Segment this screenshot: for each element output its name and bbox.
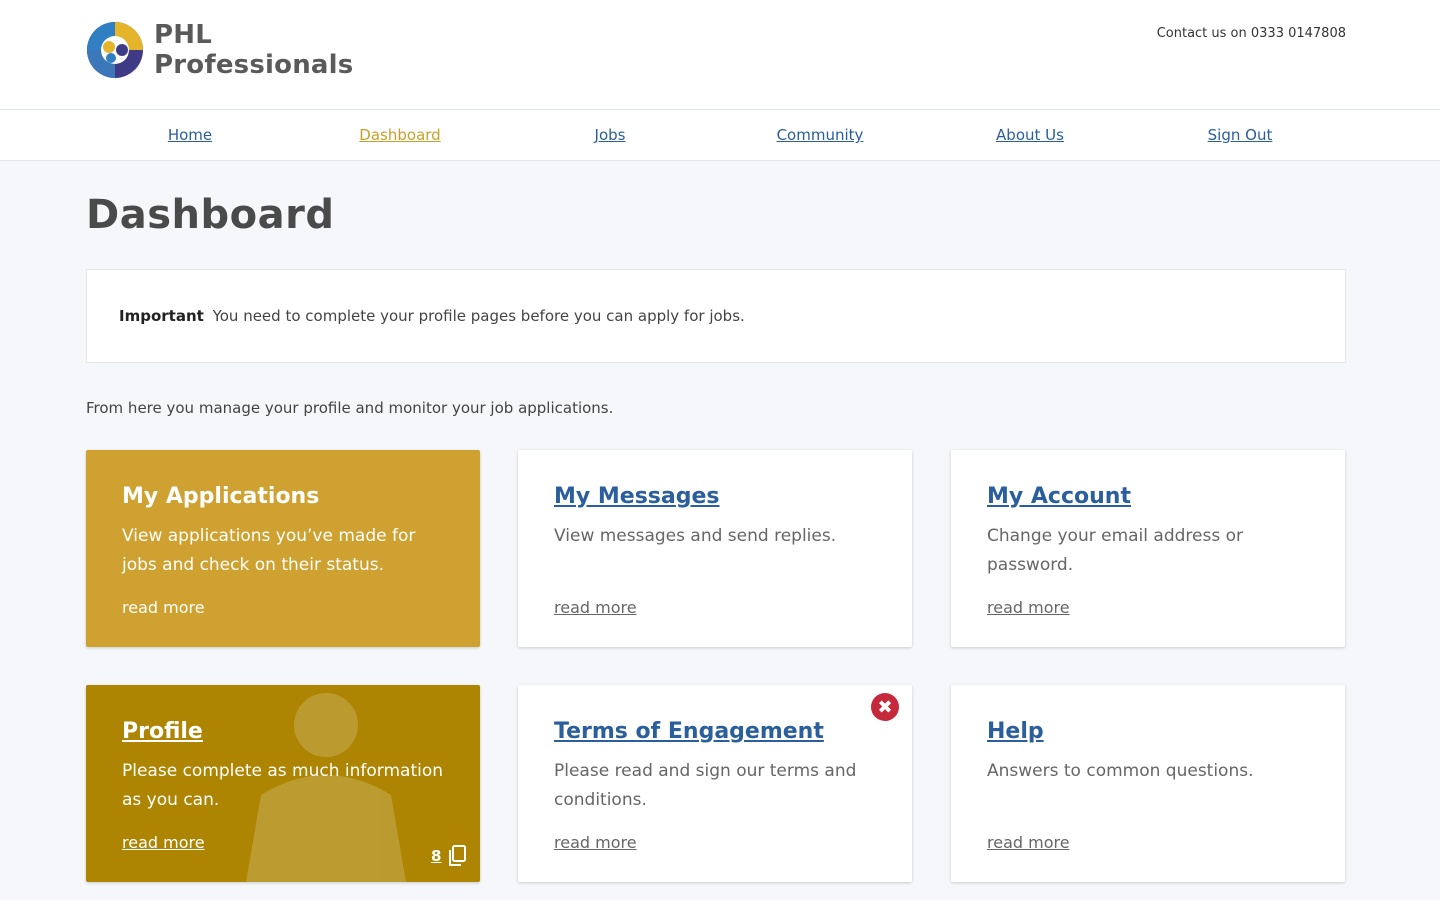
card-description: Please complete as much information as y…	[122, 761, 444, 810]
nav-dashboard[interactable]: Dashboard	[359, 126, 440, 144]
read-more-link[interactable]: read more	[122, 598, 205, 617]
card-my-account[interactable]: My Account Change your email address or …	[951, 450, 1345, 647]
card-my-applications[interactable]: My Applications View applications you’ve…	[86, 450, 480, 647]
close-circle-icon: ✖	[871, 693, 899, 721]
logo-text: PHL Professionals	[154, 20, 353, 80]
nav-community[interactable]: Community	[777, 126, 864, 144]
card-title[interactable]: Help	[987, 719, 1044, 744]
card-help[interactable]: Help Answers to common questions. read m…	[951, 685, 1345, 882]
read-more-link[interactable]: read more	[122, 833, 205, 852]
card-terms-of-engagement[interactable]: ✖ Terms of Engagement Please read and si…	[518, 685, 912, 882]
site-header: PHL Professionals Contact us on 0333 014…	[0, 0, 1440, 110]
logo[interactable]: PHL Professionals	[86, 18, 376, 82]
card-description: Answers to common questions.	[987, 761, 1254, 781]
card-description: Change your email address or password.	[987, 526, 1243, 575]
read-more-link[interactable]: read more	[987, 833, 1070, 852]
logo-line-2: Professionals	[154, 50, 354, 80]
card-title[interactable]: My Messages	[554, 484, 720, 509]
nav-home[interactable]: Home	[168, 126, 212, 144]
important-notice: Important You need to complete your prof…	[86, 269, 1346, 363]
notice-text: Important You need to complete your prof…	[119, 307, 745, 325]
contact-phone: Contact us on 0333 0147808	[1156, 26, 1346, 41]
notice-strong: Important	[119, 307, 204, 325]
read-more-link[interactable]: read more	[554, 833, 637, 852]
card-my-messages[interactable]: My Messages View messages and send repli…	[518, 450, 912, 647]
nav-jobs[interactable]: Jobs	[595, 126, 626, 144]
card-title[interactable]: My Applications	[122, 484, 319, 509]
logo-mark-icon	[87, 22, 143, 78]
nav-sign-out[interactable]: Sign Out	[1208, 126, 1273, 144]
main-nav: Home Dashboard Jobs Community About Us S…	[0, 110, 1440, 161]
read-more-link[interactable]: read more	[987, 598, 1070, 617]
page-title: Dashboard	[86, 192, 335, 238]
card-description: Please read and sign our terms and condi…	[554, 761, 857, 810]
card-title[interactable]: My Account	[987, 484, 1131, 509]
copy-icon[interactable]	[447, 845, 467, 867]
card-description: View applications you’ve made for jobs a…	[122, 526, 416, 575]
read-more-link[interactable]: read more	[554, 598, 637, 617]
intro-text: From here you manage your profile and mo…	[86, 399, 614, 417]
card-title[interactable]: Profile	[122, 719, 203, 744]
notice-message: You need to complete your profile pages …	[212, 307, 745, 325]
card-profile[interactable]: Profile Please complete as much informat…	[86, 685, 480, 882]
card-description: View messages and send replies.	[554, 526, 837, 546]
card-title[interactable]: Terms of Engagement	[554, 719, 824, 744]
logo-line-1: PHL	[154, 20, 212, 50]
nav-about-us[interactable]: About Us	[996, 126, 1064, 144]
profile-count[interactable]: 8	[431, 847, 441, 865]
